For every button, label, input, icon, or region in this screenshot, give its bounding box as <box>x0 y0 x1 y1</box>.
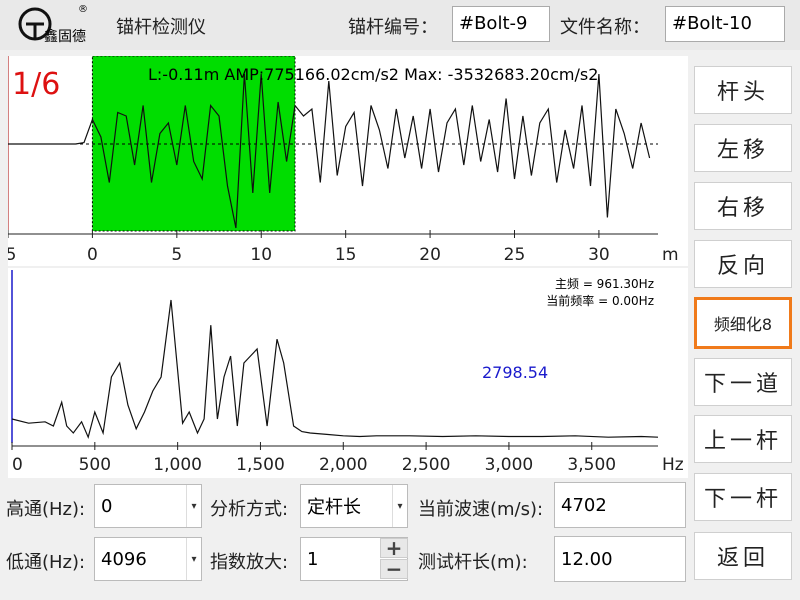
x-tick-label: 15 <box>335 245 357 265</box>
chevron-down-icon[interactable]: ▾ <box>392 485 407 527</box>
plus-icon[interactable]: + <box>380 536 408 560</box>
wave-speed-field[interactable]: 4702 <box>554 482 686 528</box>
wave-speed-value: 4702 <box>561 494 607 516</box>
bolt-number-field[interactable]: #Bolt-9 <box>452 6 550 42</box>
x-tick-label: 5 <box>171 245 182 265</box>
spectrum-line <box>11 299 659 440</box>
method-value: 定杆长 <box>307 497 361 518</box>
brand-name: 鑫固德 <box>44 29 86 45</box>
reverse-button[interactable]: 反向 <box>694 240 792 288</box>
bolt-length-field[interactable]: 12.00 <box>554 536 686 582</box>
x-tick-label: 25 <box>504 245 526 265</box>
file-name-field[interactable]: #Bolt-10 <box>665 6 785 42</box>
file-name-label: 文件名称： <box>560 17 650 38</box>
lowpass-label: 低通(Hz): <box>6 552 86 573</box>
method-label: 分析方式: <box>210 499 289 520</box>
previous-bolt-button[interactable]: 上一杆 <box>694 415 792 463</box>
registered-mark: ® <box>78 4 88 15</box>
x-tick-label: 0 <box>87 245 98 265</box>
x-tick-label: 30 <box>588 245 610 265</box>
minus-icon[interactable]: − <box>380 557 408 581</box>
marker-value: 2798.54 <box>482 363 548 382</box>
x-tick-label: 2,500 <box>402 455 451 475</box>
x-axis-ticks: -5 0 5 10 15 20 25 30 <box>8 230 610 265</box>
current-frequency: 当前频率 = 0.00Hz <box>546 293 654 308</box>
move-left-button[interactable]: 左移 <box>694 124 792 172</box>
x-tick-label: 1,000 <box>153 455 202 475</box>
waveform-chart[interactable]: -5 0 5 10 15 20 25 30 1/6 L:-0.11m AMP:775166.0… <box>8 56 688 266</box>
x-tick-label: 3,000 <box>485 455 534 475</box>
trace-index: 1/6 <box>12 67 60 102</box>
app-title: 锚杆检测仪 <box>116 17 206 38</box>
x-tick-label: 2,000 <box>319 455 368 475</box>
lowpass-value: 4096 <box>101 548 147 570</box>
readout-text: L:-0.11m AMP:775166.02cm/s2 Max: -353268… <box>148 65 598 84</box>
highpass-label: 高通(Hz): <box>6 499 86 520</box>
bolt-number-label: 锚杆编号： <box>348 17 438 38</box>
move-right-button[interactable]: 右移 <box>694 182 792 230</box>
x-tick-label: 0 <box>12 455 23 475</box>
chevron-down-icon[interactable]: ▾ <box>186 538 201 580</box>
next-channel-button[interactable]: 下一道 <box>694 358 792 406</box>
x-tick-label: 500 <box>79 455 111 475</box>
x-axis-unit: Hz <box>662 455 684 475</box>
next-bolt-button[interactable]: 下一杆 <box>694 473 792 521</box>
x-axis-unit: m <box>662 245 679 265</box>
highpass-value: 0 <box>101 495 113 517</box>
spectrum-chart[interactable]: 0 500 1,000 1,500 2,000 2,500 3,000 3,500 主频 = … <box>8 268 688 478</box>
bolt-length-value: 12.00 <box>561 548 613 570</box>
chevron-down-icon[interactable]: ▾ <box>186 485 201 527</box>
x-tick-label: -5 <box>8 245 16 265</box>
x-axis-ticks: 0 500 1,000 1,500 2,000 2,500 3,000 3,500 <box>11 442 616 475</box>
back-button[interactable]: 返回 <box>694 532 792 580</box>
bolt-head-button[interactable]: 杆头 <box>694 66 792 114</box>
x-tick-label: 3,500 <box>567 455 616 475</box>
exponent-label: 指数放大: <box>210 552 289 573</box>
x-tick-label: 20 <box>419 245 441 265</box>
x-tick-label: 10 <box>250 245 272 265</box>
main-frequency: 主频 = 961.30Hz <box>555 277 654 291</box>
freq-refine-button[interactable]: 频细化8 <box>694 297 792 349</box>
bolt-length-label: 测试杆长(m): <box>418 552 528 573</box>
exponent-value: 1 <box>307 548 319 570</box>
wave-speed-label: 当前波速(m/s): <box>418 499 544 520</box>
x-tick-label: 1,500 <box>236 455 285 475</box>
